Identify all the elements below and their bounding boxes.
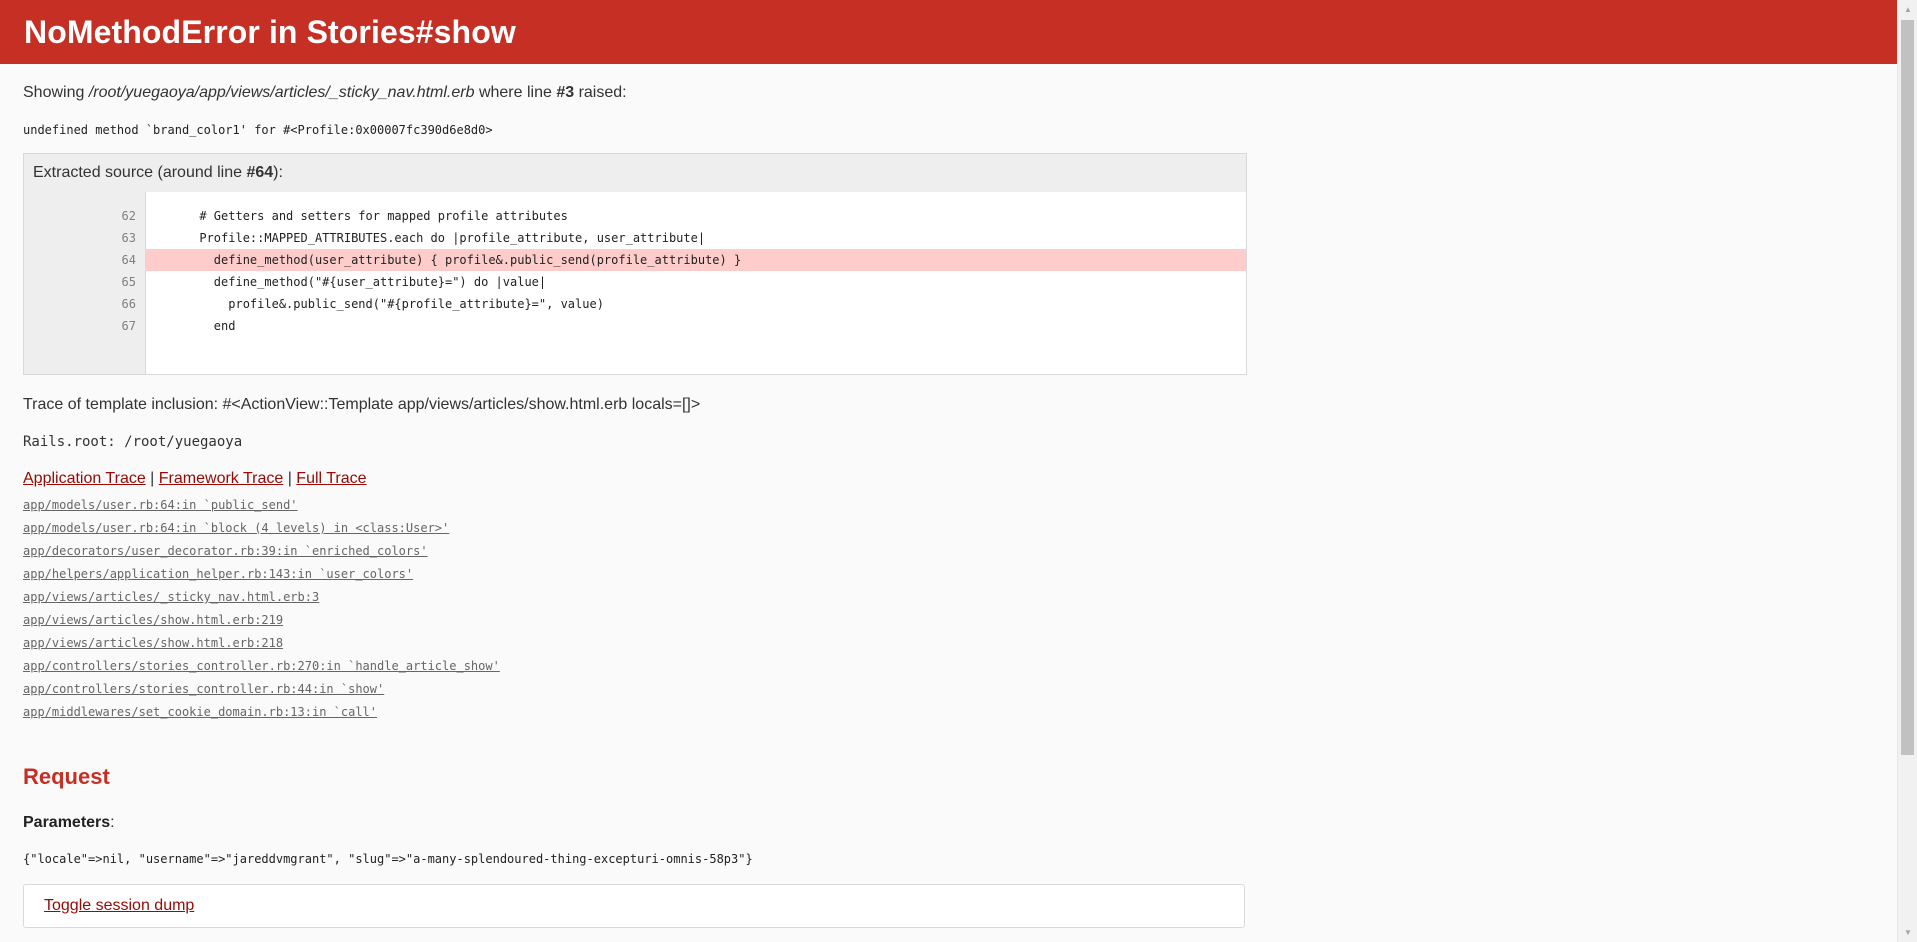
line-number: 64 bbox=[121, 253, 136, 267]
framework-trace-link[interactable]: Framework Trace bbox=[159, 470, 283, 487]
line-number: 67 bbox=[121, 319, 136, 333]
parameters-value: {"locale"=>nil, "username"=>"jareddvmgra… bbox=[23, 852, 753, 866]
full-trace-link[interactable]: Full Trace bbox=[296, 470, 366, 487]
error-page: NoMethodError in Stories#show Showing /r… bbox=[0, 0, 1897, 942]
trace-frame-link[interactable]: app/middlewares/set_cookie_domain.rb:13:… bbox=[23, 701, 377, 724]
error-content: Showing /root/yuegaoya/app/views/article… bbox=[0, 83, 1897, 928]
source-code: # Getters and setters for mapped profile… bbox=[146, 192, 1246, 374]
line-number: 65 bbox=[121, 275, 136, 289]
trace-frame-link[interactable]: app/views/articles/show.html.erb:218 bbox=[23, 632, 283, 655]
code-line-error: define_method(user_attribute) { profile&… bbox=[146, 249, 1246, 271]
toggle-session-dump-link[interactable]: Toggle session dump bbox=[44, 897, 194, 915]
code-line: # Getters and setters for mapped profile… bbox=[156, 209, 568, 223]
request-heading: Request bbox=[23, 764, 110, 789]
scrollbar-thumb[interactable] bbox=[1901, 20, 1914, 755]
scroll-up-arrow-icon[interactable]: ▲ bbox=[1898, 1, 1917, 18]
trace-tabs: Application Trace | Framework Trace | Fu… bbox=[23, 470, 367, 487]
application-trace-link[interactable]: Application Trace bbox=[23, 470, 146, 487]
extracted-source-info: Extracted source (around line #64): bbox=[33, 164, 283, 181]
scroll-down-arrow-icon[interactable]: ▼ bbox=[1898, 924, 1917, 941]
session-dump-box: Toggle session dump bbox=[23, 884, 1245, 928]
trace-frame-link[interactable]: app/helpers/application_helper.rb:143:in… bbox=[23, 563, 413, 586]
line-numbers: 62 63 64 65 66 67 bbox=[24, 192, 146, 374]
vertical-scrollbar[interactable]: ▲ ▼ bbox=[1897, 0, 1917, 942]
line-number: 66 bbox=[121, 297, 136, 311]
raised-line-number: #3 bbox=[556, 84, 575, 101]
trace-frame-link[interactable]: app/models/user.rb:64:in `block (4 level… bbox=[23, 517, 449, 540]
template-path: /root/yuegaoya/app/views/articles/_stick… bbox=[88, 84, 475, 101]
trace-list: app/models/user.rb:64:in `public_send' a… bbox=[23, 494, 1874, 724]
trace-frame-link[interactable]: app/views/articles/_sticky_nav.html.erb:… bbox=[23, 586, 319, 609]
code-line: Profile::MAPPED_ATTRIBUTES.each do |prof… bbox=[156, 231, 706, 245]
error-title: NoMethodError in Stories#show bbox=[24, 13, 516, 50]
line-number: 63 bbox=[121, 231, 136, 245]
trace-frame-link[interactable]: app/controllers/stories_controller.rb:27… bbox=[23, 655, 500, 678]
trace-frame-link[interactable]: app/models/user.rb:64:in `public_send' bbox=[23, 494, 298, 517]
parameters-label: Parameters: bbox=[23, 814, 115, 831]
extracted-source: Extracted source (around line #64): 62 6… bbox=[23, 153, 1247, 375]
showing-line: Showing /root/yuegaoya/app/views/article… bbox=[23, 84, 627, 101]
trace-frame-link[interactable]: app/views/articles/show.html.erb:219 bbox=[23, 609, 283, 632]
code-line: end bbox=[156, 319, 236, 333]
line-number: 62 bbox=[121, 209, 136, 223]
rails-root: Rails.root: /root/yuegaoya bbox=[23, 434, 243, 450]
trace-frame-link[interactable]: app/controllers/stories_controller.rb:44… bbox=[23, 678, 384, 701]
template-inclusion-trace: Trace of template inclusion: #<ActionVie… bbox=[23, 396, 701, 413]
error-message: undefined method `brand_color1' for #<Pr… bbox=[23, 123, 493, 137]
code-line: profile&.public_send("#{profile_attribut… bbox=[156, 297, 604, 311]
trace-frame-link[interactable]: app/decorators/user_decorator.rb:39:in `… bbox=[23, 540, 428, 563]
code-line: define_method("#{user_attribute}=") do |… bbox=[156, 275, 547, 289]
source-body: 62 63 64 65 66 67 # Getters and setters … bbox=[24, 192, 1246, 374]
error-header: NoMethodError in Stories#show bbox=[0, 0, 1897, 64]
